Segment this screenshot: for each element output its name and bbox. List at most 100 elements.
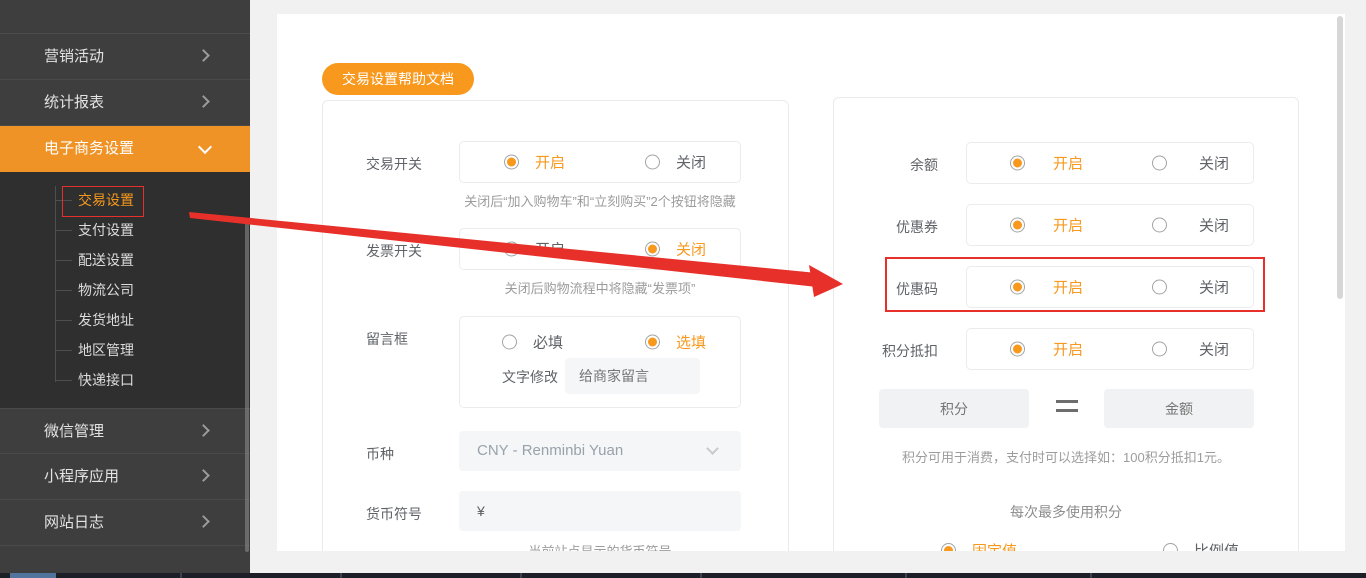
chevron-down-icon <box>197 139 213 155</box>
radio-unselected-icon[interactable] <box>1152 217 1167 233</box>
radio-unselected-icon[interactable] <box>1152 279 1167 295</box>
sidebar-item-wechat[interactable]: 微信管理 <box>0 408 250 454</box>
subitem-label: 快递接口 <box>78 372 134 388</box>
trade-switch-off-option[interactable]: 关闭 <box>645 152 706 173</box>
subitem-label: 交易设置 <box>78 192 134 208</box>
currency-label: 币种 <box>366 446 394 462</box>
balance-off-option[interactable]: 关闭 <box>1152 153 1229 174</box>
sidebar-item-site-log[interactable]: 网站日志 <box>0 500 250 546</box>
chevron-right-icon <box>197 469 210 482</box>
radio-unselected-icon[interactable] <box>1152 155 1167 171</box>
chevron-right-icon <box>197 515 210 528</box>
radio-selected-icon[interactable] <box>1010 217 1025 233</box>
coupon-label: 优惠券 <box>896 219 938 235</box>
sidebar-item-marketing[interactable]: 营销活动 <box>0 34 250 80</box>
sidebar-subitem-logistics-company[interactable]: 物流公司 <box>0 275 250 305</box>
radio-unselected-icon[interactable] <box>502 334 517 350</box>
promo-code-on-option[interactable]: 开启 <box>1010 277 1083 298</box>
invoice-switch-helper: 关闭后购物流程中将隐藏“发票项” <box>504 281 696 296</box>
discount-settings-panel: 余额 开启 关闭 优惠券 开启 关闭 优惠码 开启 关闭 积分抵扣 开启 关闭 … <box>833 97 1299 551</box>
chevron-right-icon <box>197 95 210 108</box>
sidebar-top-spacer <box>0 0 250 34</box>
radio-unselected-icon[interactable] <box>1163 543 1178 551</box>
sidebar-subitem-payment-settings[interactable]: 支付设置 <box>0 215 250 245</box>
balance-on-option[interactable]: 开启 <box>1010 153 1083 174</box>
taskbar-edge <box>0 573 1366 578</box>
trade-switch-label: 交易开关 <box>366 156 422 172</box>
content-area: 交易设置帮助文档 交易开关 开启 关闭 关闭后“加入购物车”和“立刻购买”2个按… <box>277 14 1345 551</box>
trade-switch-on-option[interactable]: 开启 <box>504 152 565 173</box>
sidebar-item-ecommerce-settings[interactable]: 电子商务设置 <box>0 126 250 172</box>
taskbar-segment <box>10 573 56 578</box>
coupon-box: 开启 关闭 <box>966 204 1254 246</box>
invoice-switch-box: 开启 关闭 <box>459 228 741 270</box>
subitem-label: 配送设置 <box>78 252 134 268</box>
message-optional-option[interactable]: 选填 <box>645 332 706 353</box>
currency-symbol-label: 货币符号 <box>366 506 422 522</box>
text-edit-label: 文字修改 <box>502 369 558 385</box>
balance-label: 余额 <box>910 157 938 173</box>
sidebar-item-miniprogram[interactable]: 小程序应用 <box>0 454 250 500</box>
sidebar-subitem-express-interface[interactable]: 快递接口 <box>0 365 250 395</box>
invoice-switch-on-option[interactable]: 开启 <box>504 239 565 260</box>
radio-unselected-icon[interactable] <box>645 154 660 170</box>
sidebar-item-label: 电子商务设置 <box>44 140 135 157</box>
points-limit-title: 每次最多使用积分 <box>1010 504 1122 520</box>
radio-selected-icon[interactable] <box>645 334 660 350</box>
points-exchange-helper: 积分可用于消费，支付时可以选择如：100积分抵扣1元。 <box>902 450 1230 465</box>
currency-symbol-helper: 当前站点显示的货币符号 <box>459 541 741 551</box>
subitem-label: 发货地址 <box>78 312 134 328</box>
message-box: 必填 选填 文字修改 <box>459 316 741 408</box>
sidebar-item-label: 小程序应用 <box>44 468 120 485</box>
coupon-on-option[interactable]: 开启 <box>1010 215 1083 236</box>
sidebar-item-label: 网站日志 <box>44 514 105 531</box>
sidebar: 营销活动 统计报表 电子商务设置 交易设置 支付设置 配送设置 物流公司 发货地… <box>0 0 250 573</box>
points-input[interactable] <box>879 389 1029 428</box>
points-deduction-off-option[interactable]: 关闭 <box>1152 339 1229 360</box>
radio-selected-icon[interactable] <box>1010 155 1025 171</box>
subitem-label: 物流公司 <box>78 282 134 298</box>
subitem-label: 支付设置 <box>78 222 134 238</box>
points-deduction-on-option[interactable]: 开启 <box>1010 339 1083 360</box>
chevron-right-icon <box>197 424 210 437</box>
radio-selected-icon[interactable] <box>941 543 956 551</box>
currency-symbol-input[interactable] <box>459 491 741 531</box>
currency-select[interactable]: CNY - Renminbi Yuan <box>459 431 741 471</box>
sidebar-subitem-region-management[interactable]: 地区管理 <box>0 335 250 365</box>
sidebar-subitem-trade-settings[interactable]: 交易设置 <box>0 185 250 215</box>
sidebar-subitem-shipping-address[interactable]: 发货地址 <box>0 305 250 335</box>
promo-code-label: 优惠码 <box>896 281 938 297</box>
balance-box: 开启 关闭 <box>966 142 1254 184</box>
merchant-message-input[interactable] <box>565 358 700 394</box>
sidebar-item-label: 统计报表 <box>44 94 105 111</box>
content-scrollbar[interactable] <box>1337 16 1343 299</box>
radio-selected-icon[interactable] <box>504 154 519 170</box>
trade-settings-panel: 交易开关 开启 关闭 关闭后“加入购物车”和“立刻购买”2个按钮将隐藏 发票开关… <box>322 100 789 551</box>
promo-code-off-option[interactable]: 关闭 <box>1152 277 1229 298</box>
message-box-label: 留言框 <box>366 331 408 347</box>
amount-input[interactable] <box>1104 389 1254 428</box>
sidebar-item-label: 营销活动 <box>44 48 105 65</box>
radio-selected-icon[interactable] <box>645 241 660 257</box>
radio-unselected-icon[interactable] <box>1152 341 1167 357</box>
sidebar-item-label: 微信管理 <box>44 423 105 440</box>
currency-select-value: CNY - Renminbi Yuan <box>477 442 624 459</box>
invoice-switch-label: 发票开关 <box>366 243 422 259</box>
equals-icon <box>1056 398 1078 414</box>
radio-selected-icon[interactable] <box>1010 341 1025 357</box>
invoice-switch-off-option[interactable]: 关闭 <box>645 239 706 260</box>
sidebar-item-statistics[interactable]: 统计报表 <box>0 80 250 126</box>
sidebar-scrollbar[interactable] <box>245 222 249 552</box>
fixed-value-option[interactable]: 固定值 <box>941 540 1017 551</box>
trade-switch-helper: 关闭后“加入购物车”和“立刻购买”2个按钮将隐藏 <box>464 194 736 209</box>
chevron-right-icon <box>197 49 210 62</box>
help-doc-button[interactable]: 交易设置帮助文档 <box>322 63 474 95</box>
radio-selected-icon[interactable] <box>1010 279 1025 295</box>
radio-unselected-icon[interactable] <box>504 241 519 257</box>
ratio-value-option[interactable]: 比例值 <box>1163 540 1239 551</box>
coupon-off-option[interactable]: 关闭 <box>1152 215 1229 236</box>
sidebar-subitem-delivery-settings[interactable]: 配送设置 <box>0 245 250 275</box>
message-required-option[interactable]: 必填 <box>502 332 563 353</box>
points-deduction-box: 开启 关闭 <box>966 328 1254 370</box>
promo-code-box: 开启 关闭 <box>966 266 1254 308</box>
